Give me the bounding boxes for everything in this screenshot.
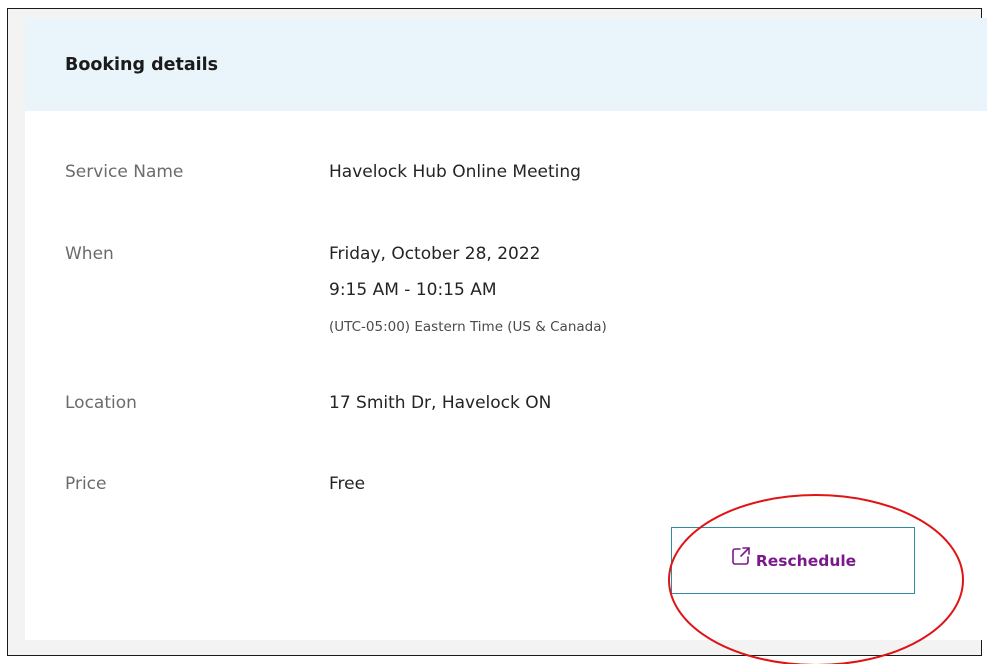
when-date-value: Friday, October 28, 2022 <box>329 244 541 264</box>
when-timezone-value: (UTC-05:00) Eastern Time (US & Canada) <box>329 319 607 335</box>
service-name-value: Havelock Hub Online Meeting <box>329 162 581 182</box>
price-label: Price <box>65 474 107 494</box>
service-name-label: Service Name <box>65 162 184 182</box>
price-value: Free <box>329 474 366 494</box>
location-value: 17 Smith Dr, Havelock ON <box>329 393 552 413</box>
card-title: Booking details <box>65 55 219 75</box>
external-link-icon <box>730 545 752 567</box>
reschedule-button[interactable]: Reschedule <box>671 527 915 594</box>
when-time-value: 9:15 AM - 10:15 AM <box>329 280 497 300</box>
reschedule-label: Reschedule <box>755 551 857 570</box>
card-header: Booking details <box>25 18 987 111</box>
when-label: When <box>65 244 114 264</box>
location-label: Location <box>65 393 137 413</box>
